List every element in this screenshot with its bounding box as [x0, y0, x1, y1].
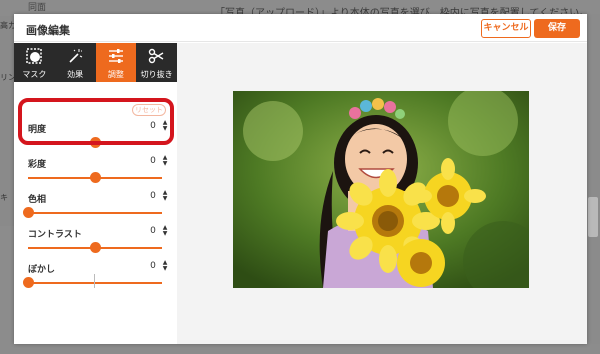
hue-value[interactable]: 0 [146, 190, 160, 203]
brightness-highlight-annotation [18, 98, 174, 145]
tool-crop-label: 切り抜き [140, 70, 173, 79]
contrast-value[interactable]: 0 [146, 225, 160, 238]
spinner-arrows-icon[interactable]: ▲ ▼ [161, 155, 169, 168]
tool-effect-label: 効果 [67, 70, 84, 79]
saturation-slider-thumb[interactable] [90, 172, 101, 183]
background-scrollbar[interactable] [588, 197, 598, 237]
hue-slider-track[interactable] [28, 212, 162, 214]
tool-crop[interactable]: 切り抜き [136, 43, 177, 82]
blur-value[interactable]: 0 [146, 260, 160, 273]
tool-adjust-label: 調整 [107, 70, 124, 79]
mask-icon [26, 48, 42, 64]
modal-header: 画像編集 キャンセル 保存 [14, 14, 587, 42]
background-right-panel [586, 14, 600, 344]
background-left-text: キ [0, 193, 8, 202]
blur-slider-mark [94, 274, 95, 288]
spinner-arrows-icon[interactable]: ▲ ▼ [161, 225, 169, 238]
image-canvas-area [177, 43, 587, 344]
hue-slider-thumb[interactable] [23, 207, 34, 218]
hue-label: 色相 [28, 195, 47, 205]
tool-mask-label: マスク [22, 70, 47, 79]
tool-effect[interactable]: 効果 [55, 43, 96, 82]
edit-sidebar: マスク 効果 調整 切り抜き リセット 明度 0 ▲ ▼ 彩度 0 ▲ ▼ 色相… [14, 43, 177, 344]
edit-toolbar: マスク 効果 調整 切り抜き [14, 43, 177, 82]
sliders-icon [108, 49, 123, 63]
saturation-value[interactable]: 0 [146, 155, 160, 168]
modal-title: 画像編集 [26, 24, 70, 37]
adjust-contrast: コントラスト 0 ▲ ▼ [14, 225, 177, 263]
cancel-button[interactable]: キャンセル [481, 19, 531, 38]
adjust-hue: 色相 0 ▲ ▼ [14, 190, 177, 228]
image-edit-modal: 画像編集 キャンセル 保存 マスク 効果 調整 切り抜き リセット 明度 0 ▲… [14, 14, 587, 344]
magic-wand-icon [69, 49, 82, 63]
photo-preview[interactable] [233, 91, 529, 288]
blur-slider-track[interactable] [28, 282, 162, 284]
saturation-label: 彩度 [28, 160, 47, 170]
tool-adjust[interactable]: 調整 [95, 43, 137, 82]
adjust-blur: ぼかし 0 ▲ ▼ [14, 260, 177, 298]
spinner-arrows-icon[interactable]: ▲ ▼ [161, 190, 169, 203]
spinner-arrows-icon[interactable]: ▲ ▼ [161, 260, 169, 273]
blur-label: ぼかし [28, 265, 56, 275]
contrast-label: コントラスト [28, 230, 82, 240]
scissors-icon [149, 48, 164, 64]
adjust-saturation: 彩度 0 ▲ ▼ [14, 155, 177, 193]
tool-mask[interactable]: マスク [14, 43, 55, 82]
contrast-slider-thumb[interactable] [90, 242, 101, 253]
save-button[interactable]: 保存 [534, 19, 580, 38]
photo-image [233, 91, 529, 288]
background-label: 同面 [28, 3, 47, 13]
blur-slider-thumb[interactable] [23, 277, 34, 288]
